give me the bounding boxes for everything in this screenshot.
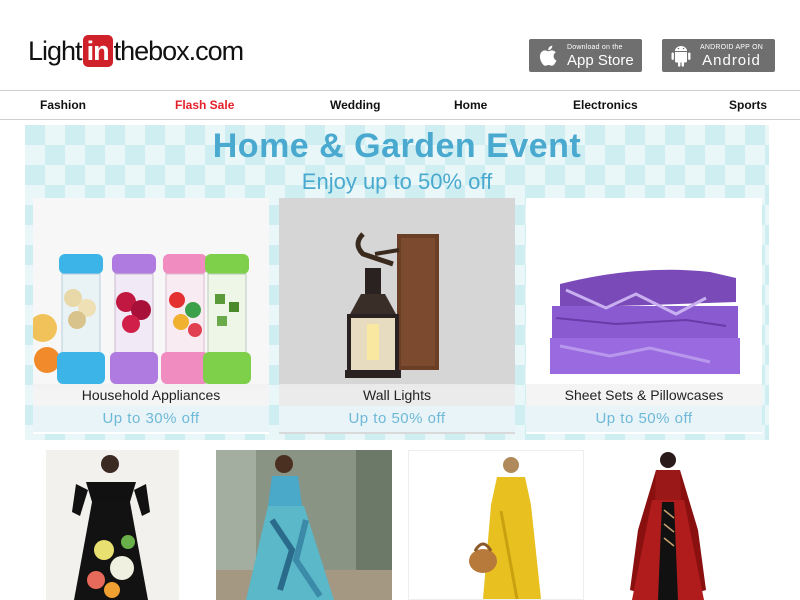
- nav-item-home[interactable]: Home: [454, 91, 487, 121]
- apple-icon: [537, 45, 559, 67]
- banner-title: Home & Garden Event: [212, 127, 582, 165]
- site-header: Light in thebox.com Download on the App St…: [0, 0, 800, 90]
- android-big-text: Android: [702, 51, 761, 69]
- medieval-gown-image: [600, 450, 776, 600]
- tie-dye-dress-image: [216, 450, 392, 600]
- card-discount: Up to 50% off: [279, 406, 515, 432]
- yellow-dress-image: [409, 451, 583, 599]
- sheet-sets-image: [526, 198, 762, 388]
- product-thumbnail-floral-dress[interactable]: [46, 450, 179, 600]
- banner-subtitle: Enjoy up to 50% off: [301, 169, 493, 194]
- product-thumbnail-tie-dye-dress[interactable]: [216, 450, 392, 600]
- card-label: Household Appliances: [33, 384, 269, 406]
- site-logo[interactable]: Light in thebox.com: [28, 33, 245, 69]
- category-card-household-appliances[interactable]: Household Appliances Up to 30% off: [33, 198, 269, 434]
- wall-lights-image: [279, 198, 515, 388]
- nav-item-wedding[interactable]: Wedding: [330, 91, 380, 121]
- product-thumbnail-medieval-gown[interactable]: [600, 450, 776, 600]
- nav-item-fashion[interactable]: Fashion: [40, 91, 86, 121]
- app-store-button[interactable]: Download on the App Store: [529, 39, 642, 72]
- card-discount: Up to 50% off: [526, 406, 762, 432]
- floral-dress-image: [46, 450, 179, 600]
- logo-text-thebox: thebox.com: [113, 35, 245, 66]
- logo-text-light: Light: [28, 35, 83, 66]
- card-discount: Up to 30% off: [33, 406, 269, 432]
- nav-item-electronics[interactable]: Electronics: [573, 91, 638, 121]
- android-small-text: ANDROID APP ON: [700, 43, 763, 51]
- card-label: Wall Lights: [279, 384, 515, 406]
- android-app-button[interactable]: ANDROID APP ON Android: [662, 39, 775, 72]
- nav-item-flash-sale[interactable]: Flash Sale: [175, 91, 234, 121]
- category-nav: Fashion Flash Sale Wedding Home Electron…: [0, 90, 800, 120]
- home-garden-banner[interactable]: Home & Garden Event Enjoy up to 50% off: [25, 125, 769, 440]
- android-icon: [670, 45, 692, 67]
- category-card-wall-lights[interactable]: Wall Lights Up to 50% off: [279, 198, 515, 434]
- logo-text-in: in: [82, 35, 113, 67]
- nav-item-sports[interactable]: Sports: [729, 91, 767, 121]
- app-store-big-text: App Store: [567, 51, 634, 69]
- card-label: Sheet Sets & Pillowcases: [526, 384, 762, 406]
- household-appliances-image: [33, 198, 269, 388]
- app-store-small-text: Download on the: [567, 43, 623, 51]
- category-card-sheet-sets[interactable]: Sheet Sets & Pillowcases Up to 50% off: [526, 198, 762, 434]
- product-thumbnail-yellow-dress[interactable]: [408, 450, 584, 600]
